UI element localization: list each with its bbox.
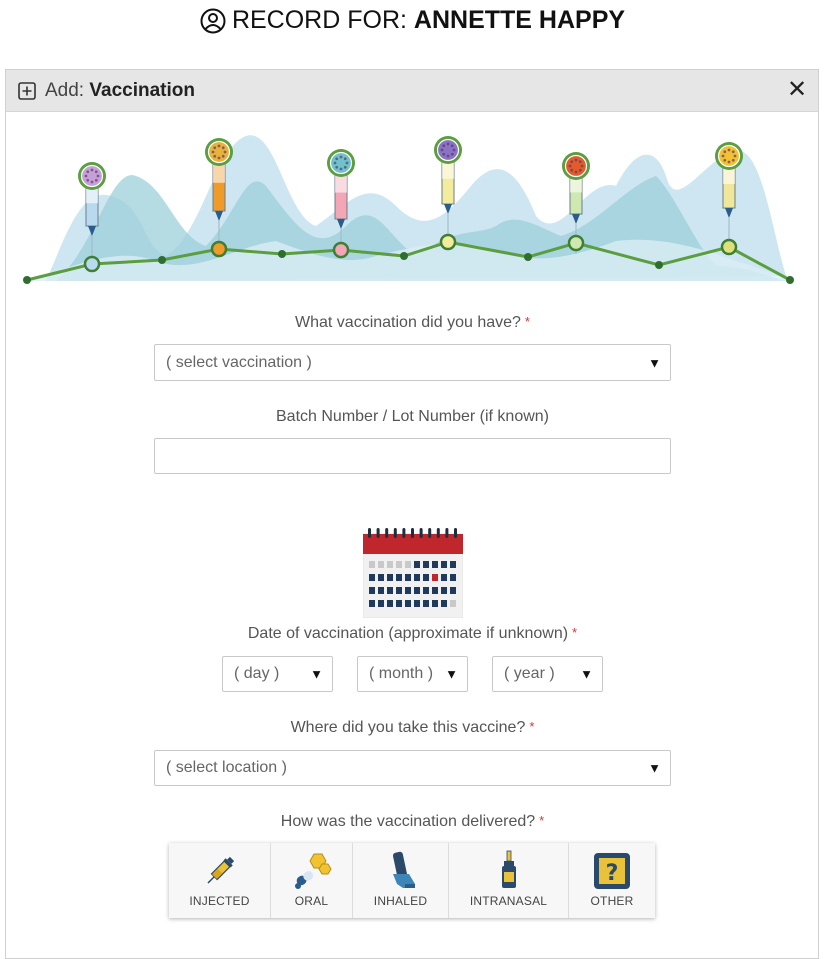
- timeline-node: [332, 241, 350, 259]
- delivery-option-other[interactable]: ? OTHER: [569, 843, 655, 918]
- inhaler-icon: [392, 851, 415, 888]
- delivery-label-intranasal: INTRANASAL: [469, 894, 548, 908]
- chevron-down-icon: ▼: [648, 355, 661, 370]
- timeline-node: [567, 234, 585, 252]
- delivery-option-inhaled[interactable]: INHALED: [353, 843, 449, 918]
- timeline-dot: [23, 276, 31, 284]
- vaccination-banner-illustration: [23, 135, 796, 284]
- delivery-label-inhaled: INHALED: [373, 894, 428, 908]
- timeline-node: [83, 255, 101, 273]
- svg-text:?: ?: [606, 861, 619, 886]
- nasal-spray-icon: [501, 850, 516, 888]
- patient-name: ANNETTE HAPPY: [413, 6, 626, 34]
- timeline-dot: [278, 250, 286, 258]
- chevron-down-icon: ▼: [580, 666, 593, 682]
- user-circle-icon: [200, 8, 226, 33]
- timeline-node: [720, 238, 738, 256]
- date-label: Date of vaccination (approximate if unkn…: [247, 625, 578, 642]
- timeline-node: [439, 233, 457, 251]
- delivery-label-oral: ORAL: [294, 894, 329, 908]
- timeline-node: [210, 240, 228, 258]
- delivery-option-oral[interactable]: ORAL: [271, 843, 353, 918]
- chevron-down-icon: ▼: [445, 666, 458, 682]
- calendar-icon: [363, 528, 463, 618]
- delivery-label-other: OTHER: [590, 894, 634, 908]
- batch-number-input[interactable]: [154, 438, 671, 474]
- batch-number-label: Batch Number / Lot Number (if known): [276, 408, 549, 425]
- delivery-option-injected[interactable]: INJECTED: [169, 843, 271, 918]
- close-button[interactable]: ✕: [784, 77, 810, 103]
- syringe-icon: [206, 856, 234, 884]
- panel-title: Add: Vaccination: [45, 79, 195, 101]
- vaccination-select[interactable]: ( select vaccination ) ▼: [154, 344, 671, 381]
- pill-icon: [294, 853, 332, 889]
- plus-square-icon: [18, 81, 36, 100]
- location-select[interactable]: ( select location ) ▼: [154, 750, 671, 786]
- record-prefix: RECORD FOR:: [231, 6, 414, 34]
- chevron-down-icon: ▼: [310, 666, 323, 682]
- month-select[interactable]: ( month ) ▼: [357, 656, 468, 692]
- record-title: RECORD FOR: ANNETTE HAPPY: [0, 6, 825, 35]
- timeline-dot: [655, 261, 663, 269]
- timeline-dot: [786, 276, 794, 284]
- vaccination-label: What vaccination did you have? *: [295, 314, 530, 331]
- day-select[interactable]: ( day ) ▼: [222, 656, 333, 692]
- delivery-options: INJECTED ORAL INHALED INTRANASAL ? OTHER: [169, 843, 655, 918]
- timeline-dot: [524, 253, 532, 261]
- panel-header: Add: Vaccination ✕: [6, 70, 818, 112]
- delivery-label-injected: INJECTED: [189, 894, 250, 908]
- question-mark-icon: ?: [594, 853, 630, 889]
- chevron-down-icon: ▼: [648, 760, 661, 776]
- year-select[interactable]: ( year ) ▼: [492, 656, 603, 692]
- timeline-dot: [400, 252, 408, 260]
- delivery-option-intranasal[interactable]: INTRANASAL: [449, 843, 569, 918]
- location-label: Where did you take this vaccine? *: [290, 719, 535, 736]
- delivery-label: How was the vaccination delivered? *: [280, 813, 545, 830]
- timeline-dot: [158, 256, 166, 264]
